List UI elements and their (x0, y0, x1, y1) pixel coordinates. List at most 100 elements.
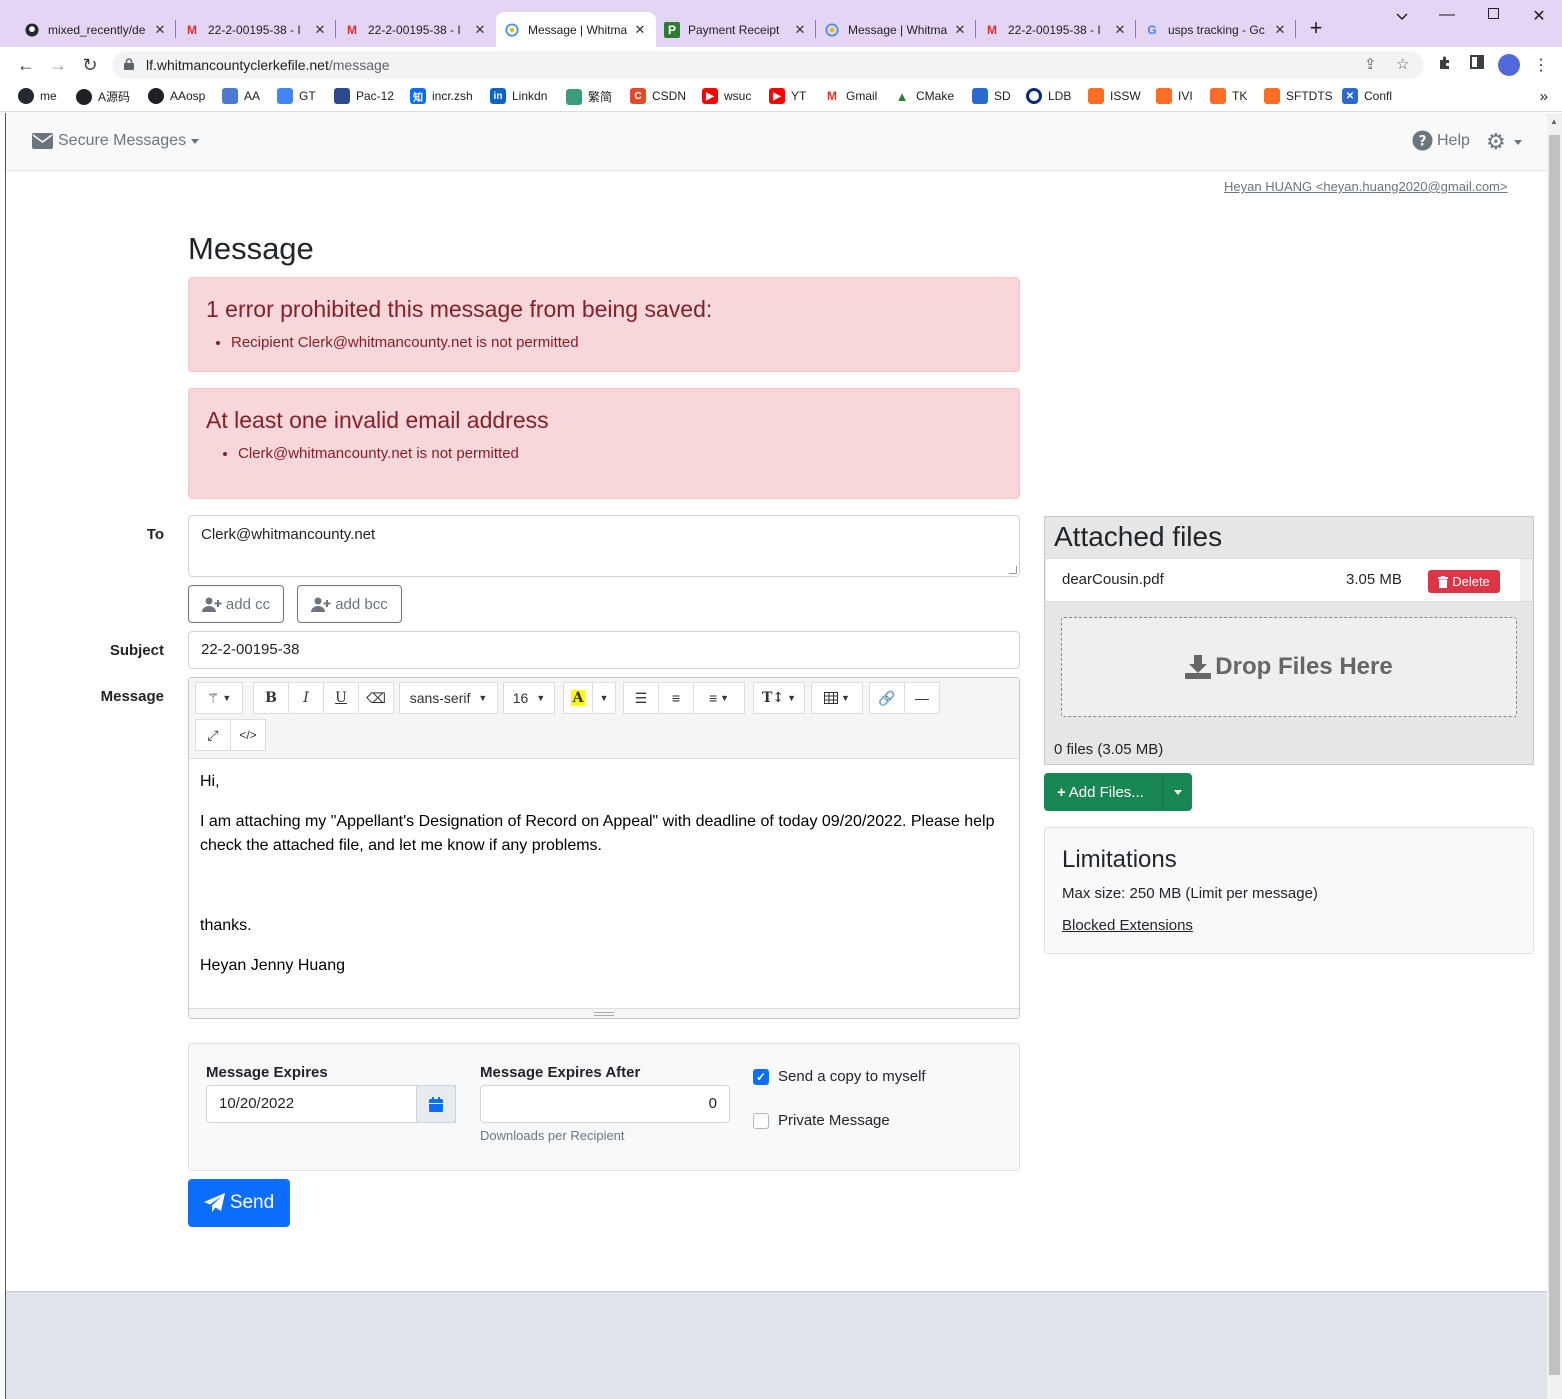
drop-zone[interactable]: Drop Files Here (1061, 617, 1517, 717)
font-family-dropdown[interactable]: sans-serif ▼ (399, 682, 498, 714)
underline-button[interactable]: U (323, 682, 359, 714)
close-tab-icon[interactable]: ✕ (952, 22, 968, 38)
close-tab-icon[interactable]: ✕ (472, 22, 488, 38)
file-list-scrollbar[interactable] (1520, 559, 1532, 601)
close-tab-icon[interactable]: ✕ (792, 22, 808, 38)
bookmark-item[interactable]: M Gmail (824, 88, 877, 104)
bookmark-item[interactable]: me (18, 88, 57, 104)
share-icon[interactable]: ⇪ (1364, 55, 1377, 73)
side-panel-icon[interactable] (1466, 55, 1488, 74)
reload-icon[interactable]: ↻ (78, 53, 102, 77)
private-message-checkbox[interactable]: Private Message (753, 1112, 890, 1129)
browser-tab[interactable]: G usps tracking - Gc ✕ (1136, 12, 1296, 47)
style-dropdown[interactable]: ⚚ ▼ (195, 682, 243, 714)
bookmark-item[interactable]: ▶ wsuc (702, 88, 751, 104)
ldb-icon (1026, 88, 1042, 104)
send-button[interactable]: Send (188, 1179, 290, 1227)
close-tab-icon[interactable]: ✕ (632, 22, 648, 38)
help-link[interactable]: ? Help (1412, 130, 1470, 151)
downloads-input[interactable]: 0 (480, 1085, 730, 1123)
browser-tab[interactable]: M 22-2-00195-38 - I ✕ (336, 12, 496, 47)
browser-tab[interactable]: M 22-2-00195-38 - I ✕ (976, 12, 1136, 47)
bookmark-item[interactable]: C CSDN (630, 88, 686, 104)
bookmark-item[interactable]: ISSW (1088, 88, 1141, 104)
line-height-dropdown[interactable]: T↕ ▼ (753, 682, 805, 714)
to-field[interactable]: Clerk@whitmancounty.net (188, 515, 1020, 577)
current-user-link[interactable]: Heyan HUANG <heyan.huang2020@gmail.com> (1224, 179, 1507, 194)
minimize-icon[interactable]: — (1432, 6, 1462, 24)
text-color-button[interactable]: A (563, 682, 593, 714)
user-plus-icon (311, 597, 331, 612)
add-bcc-button[interactable]: add bcc (297, 585, 402, 623)
close-tab-icon[interactable]: ✕ (1112, 22, 1128, 38)
horizontal-rule-icon[interactable]: — (904, 682, 940, 714)
bookmark-star-icon[interactable]: ☆ (1396, 55, 1409, 73)
maximize-icon[interactable] (1478, 6, 1508, 24)
bookmark-item[interactable]: GT (277, 88, 316, 104)
subject-field[interactable]: 22-2-00195-38 (188, 631, 1020, 669)
link-icon[interactable]: 🔗 (869, 682, 905, 714)
add-files-button[interactable]: + Add Files... (1044, 773, 1192, 811)
bold-button[interactable]: B (253, 682, 289, 714)
extensions-icon[interactable] (1434, 55, 1456, 76)
browser-tab[interactable]: Message | Whitma ✕ (816, 12, 976, 47)
message-body[interactable]: Hi, I am attaching my "Appellant's Desig… (200, 770, 1010, 978)
add-cc-button[interactable]: add cc (188, 585, 284, 623)
address-bar[interactable]: lf.whitmancountyclerkefile.net/message ⇪… (112, 51, 1424, 79)
close-tab-icon[interactable]: ✕ (1272, 22, 1288, 38)
page-scrollbar[interactable]: ▲ (1547, 113, 1562, 1399)
calendar-button[interactable] (416, 1085, 456, 1123)
secure-messages-menu[interactable]: Secure Messages (32, 132, 200, 150)
add-files-dropdown[interactable] (1162, 773, 1192, 811)
body-paragraph: Hi, (200, 773, 220, 790)
bookmark-item[interactable]: SFTDTS (1264, 88, 1333, 104)
bookmark-item[interactable]: in Linkdn (490, 88, 547, 104)
bookmark-item[interactable]: 繁简 (566, 88, 612, 105)
color-dropdown[interactable]: ▼ (592, 682, 616, 714)
bookmark-item[interactable]: IVI (1156, 88, 1193, 104)
new-tab-button[interactable]: + (1304, 16, 1328, 42)
tab-search-icon[interactable] (1387, 8, 1417, 26)
bookmark-item[interactable]: AA (222, 88, 260, 104)
bookmark-item[interactable]: ✕ Confl (1342, 88, 1392, 104)
bookmark-item[interactable]: 知 incr.zsh (410, 88, 473, 104)
browser-tab[interactable]: mixed_recently/de ✕ (16, 12, 176, 47)
eraser-icon[interactable]: ⌫ (358, 682, 394, 714)
bookmark-item[interactable]: AAosp (148, 88, 205, 104)
browser-menu-icon[interactable]: ⋮ (1530, 55, 1552, 75)
close-tab-icon[interactable]: ✕ (312, 22, 328, 38)
delete-file-button[interactable]: Delete (1428, 570, 1500, 593)
forward-icon[interactable]: → (46, 53, 70, 77)
code-view-icon[interactable]: </> (230, 719, 266, 751)
bookmark-item[interactable]: LDB (1026, 88, 1071, 104)
invalid-email-heading: At least one invalid email address (206, 407, 549, 433)
settings-menu[interactable]: ⚙ (1486, 129, 1522, 155)
send-copy-checkbox[interactable]: ✓ Send a copy to myself (753, 1068, 926, 1085)
bookmarks-overflow-icon[interactable]: » (1540, 88, 1548, 105)
profile-avatar[interactable] (1498, 54, 1520, 76)
browser-tab[interactable]: P Payment Receipt ✕ (656, 12, 816, 47)
bookmark-item[interactable]: ▲ CMake (894, 88, 954, 104)
table-dropdown[interactable]: ▼ (811, 682, 863, 714)
editor-resize-handle[interactable] (189, 1008, 1019, 1018)
browser-tab-active[interactable]: Message | Whitma ✕ (496, 12, 656, 47)
bookmark-item[interactable]: SD (972, 88, 1011, 104)
close-window-icon[interactable]: ✕ (1524, 6, 1554, 26)
fullscreen-icon[interactable]: ⤢ (195, 719, 231, 751)
back-icon[interactable]: ← (14, 53, 38, 77)
bookmark-item[interactable]: ▶ YT (769, 88, 806, 104)
browser-tab[interactable]: M 22-2-00195-38 - I ✕ (176, 12, 336, 47)
blocked-extensions-link[interactable]: Blocked Extensions (1062, 917, 1193, 934)
bookmark-item[interactable]: A源码 (76, 88, 130, 105)
bookmark-item[interactable]: TK (1210, 88, 1247, 104)
italic-button[interactable]: I (288, 682, 324, 714)
gitlab-icon (1210, 88, 1226, 104)
paragraph-align-dropdown[interactable]: ≡ ▼ (693, 682, 745, 714)
gmail-icon: M (824, 88, 840, 104)
font-size-dropdown[interactable]: 16 ▼ (503, 682, 555, 714)
confluence-icon: ✕ (1342, 88, 1358, 104)
ordered-list-icon[interactable]: ≡ (658, 682, 694, 714)
close-tab-icon[interactable]: ✕ (152, 22, 168, 38)
bookmark-item[interactable]: Pac-12 (334, 88, 394, 104)
unordered-list-icon[interactable]: ☰ (623, 682, 659, 714)
